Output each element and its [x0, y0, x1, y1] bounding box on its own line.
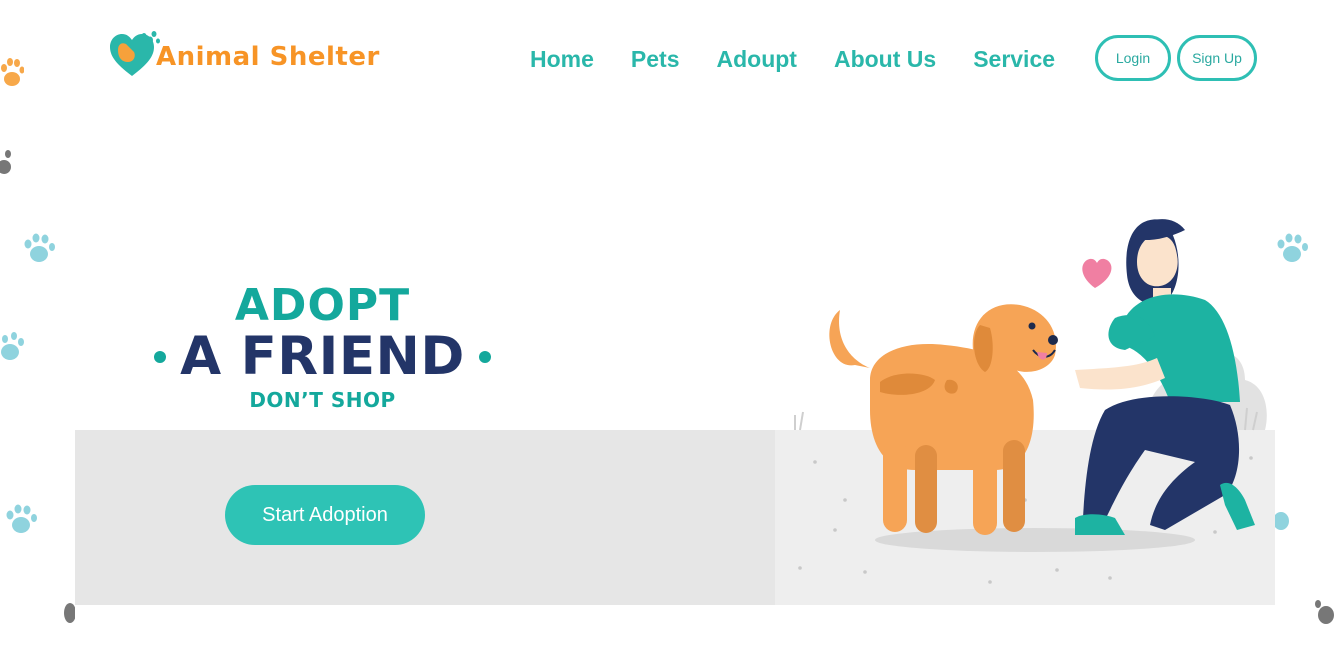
paw-icon: [1, 332, 24, 360]
landing-page: Animal Shelter Home Pets Adoupt About Us…: [75, 0, 1275, 662]
paw-icon: [1275, 512, 1289, 530]
headline-dont-shop: DON’T SHOP: [249, 388, 396, 412]
headline-friend: A FRIEND: [180, 326, 465, 387]
brand-logo[interactable]: Animal Shelter: [108, 30, 380, 80]
login-button[interactable]: Login: [1095, 35, 1171, 81]
brand-name: Animal Shelter: [156, 42, 380, 72]
paw-icon: [24, 233, 55, 262]
auth-buttons: Login Sign Up: [1095, 35, 1257, 81]
headline-adopt: ADOPT: [234, 280, 411, 331]
sign-up-button[interactable]: Sign Up: [1177, 35, 1257, 81]
main-nav: Home Pets Adoupt About Us Service: [530, 44, 1092, 74]
paw-icon: [1277, 233, 1308, 262]
nav-item-service[interactable]: Service: [973, 44, 1055, 74]
heart-paw-logo-icon: [110, 31, 160, 76]
paw-icon: [6, 504, 37, 533]
woman-petting-dog-illustration: [775, 219, 1275, 605]
nav-item-about-us[interactable]: About Us: [834, 44, 936, 74]
nav-item-home[interactable]: Home: [530, 44, 594, 74]
heart-icon: [1082, 258, 1112, 288]
paw-icon: [1, 58, 24, 86]
paw-icon: [1315, 600, 1334, 624]
paw-icon: [64, 603, 76, 623]
headline-friend-row: A FRIEND: [75, 328, 570, 386]
nav-item-adopt[interactable]: Adoupt: [717, 44, 797, 74]
paw-icon: [0, 150, 11, 174]
bullet-dot: [478, 351, 491, 363]
bullet-dot: [154, 351, 167, 363]
hero-headline: ADOPT A FRIEND DON’T SHOP: [75, 280, 570, 412]
start-adoption-button[interactable]: Start Adoption: [225, 485, 425, 545]
nav-item-pets[interactable]: Pets: [631, 44, 680, 74]
